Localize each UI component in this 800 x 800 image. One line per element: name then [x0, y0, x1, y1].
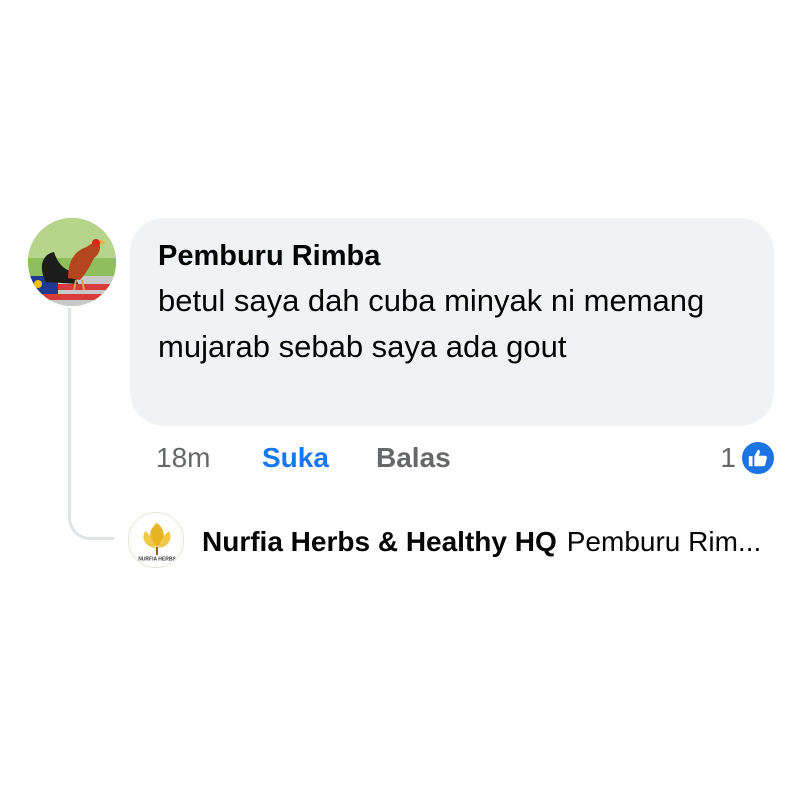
reply-preview-row[interactable]: Nurfia Herbs & Healthy HQ Pemburu Rim... — [202, 522, 761, 562]
reply-author-avatar[interactable]: NURFIA HERBS — [128, 512, 184, 568]
thread-connector-line — [68, 308, 114, 540]
like-button[interactable]: Suka — [262, 442, 376, 474]
commenter-avatar[interactable] — [28, 218, 116, 306]
logo-text: NURFIA HERBS — [138, 557, 176, 563]
comment-actions: 18m Suka Balas 1 — [156, 438, 776, 478]
comment-bubble: Pemburu Rimba betul saya dah cuba minyak… — [130, 218, 774, 426]
leaf-logo-icon: NURFIA HERBS — [129, 513, 183, 567]
reply-button[interactable]: Balas — [376, 442, 451, 474]
comment-timestamp[interactable]: 18m — [156, 442, 262, 474]
like-icon — [740, 440, 776, 476]
comment-text: betul saya dah cuba minyak ni memang muj… — [158, 283, 705, 364]
rooster-icon — [28, 218, 116, 306]
comment-author-name[interactable]: Pemburu Rimba — [158, 238, 746, 274]
reply-author-name[interactable]: Nurfia Herbs & Healthy HQ — [202, 526, 557, 558]
reaction-summary[interactable]: 1 — [720, 440, 776, 476]
reaction-count: 1 — [720, 442, 736, 473]
reply-preview-text: Pemburu Rim... — [566, 526, 762, 557]
